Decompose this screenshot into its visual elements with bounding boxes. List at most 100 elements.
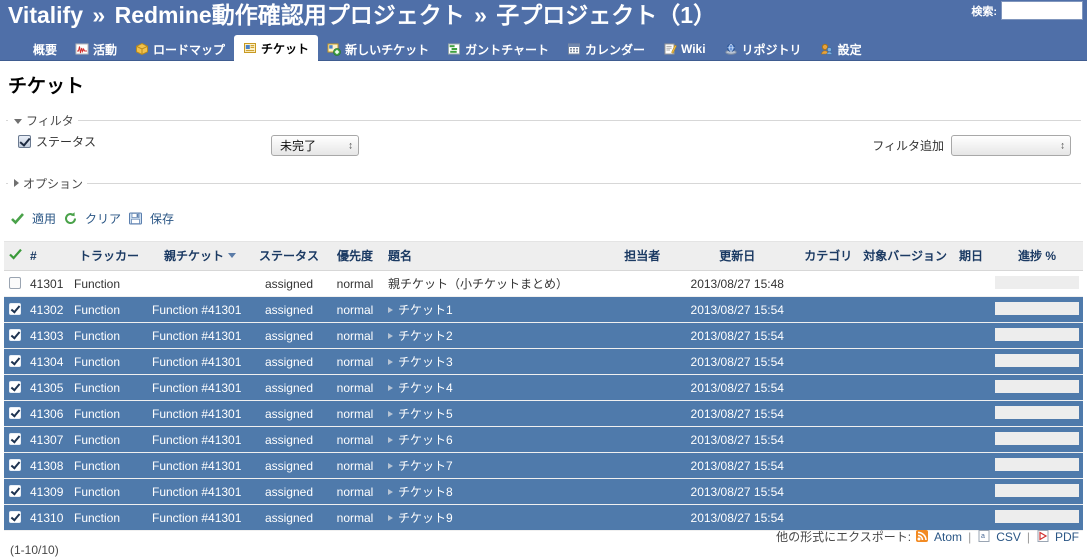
table-row[interactable]: 41309 Function Function #41301 assigned norm… xyxy=(4,478,1083,505)
th-subject[interactable]: 題名 xyxy=(384,241,608,271)
cell-issue-id[interactable]: 41308 xyxy=(26,452,70,479)
cell-priority: normal xyxy=(326,374,384,401)
cell-issue-id[interactable]: 41302 xyxy=(26,296,70,323)
table-row[interactable]: 41302 Function Function #41301 assigned norm… xyxy=(4,296,1083,323)
breadcrumb-subproject[interactable]: 子プロジェクト（1） xyxy=(496,2,716,28)
menu-item-issues[interactable]: チケット xyxy=(234,35,319,61)
breadcrumb-separator: » xyxy=(92,2,106,28)
menu-item-wiki[interactable]: Wiki xyxy=(654,37,715,61)
table-row[interactable]: 41305 Function Function #41301 assigned norm… xyxy=(4,374,1083,401)
menu-item-gantt[interactable]: ガントチャート xyxy=(438,37,558,61)
table-row[interactable]: 41303 Function Function #41301 assigned norm… xyxy=(4,322,1083,349)
row-checkbox[interactable] xyxy=(9,302,21,315)
cell-assigned-to xyxy=(607,348,678,375)
table-row[interactable]: 41304 Function Function #41301 assigned norm… xyxy=(4,348,1083,375)
child-arrow-icon xyxy=(388,437,393,443)
menu-item-settings[interactable]: 設定 xyxy=(811,37,871,61)
row-checkbox[interactable] xyxy=(9,510,21,523)
table-row[interactable]: 41310 Function Function #41301 assigned norm… xyxy=(4,504,1083,531)
cell-status: assigned xyxy=(252,270,326,297)
cell-issue-id[interactable]: 41310 xyxy=(26,504,70,531)
th-category[interactable]: カテゴリ xyxy=(797,241,860,271)
add-filter-select[interactable] xyxy=(951,135,1071,156)
row-checkbox[interactable] xyxy=(9,458,21,471)
row-checkbox[interactable] xyxy=(9,276,21,289)
th-parent[interactable]: 親チケット xyxy=(148,241,252,271)
clear-link[interactable]: クリア xyxy=(85,210,121,227)
row-checkbox[interactable] xyxy=(9,328,21,341)
menu-li-roadmap: ロードマップ xyxy=(126,37,234,61)
row-checkbox[interactable] xyxy=(9,380,21,393)
menu-label-calendar: カレンダー xyxy=(584,42,645,57)
export-atom-link[interactable]: Atom xyxy=(934,530,962,544)
cell-parent-issue: Function #41301 xyxy=(148,322,252,349)
cell-subject: チケット3 xyxy=(384,348,608,375)
menu-item-calendar[interactable]: カレンダー xyxy=(558,37,654,61)
th-parent-label: 親チケット xyxy=(163,249,224,263)
subject-link[interactable]: チケット7 xyxy=(398,459,453,473)
th-done-ratio[interactable]: 進捗 % xyxy=(991,241,1083,271)
menu-li-overview: 概要 xyxy=(6,37,66,61)
row-checkbox[interactable] xyxy=(9,406,21,419)
row-checkbox[interactable] xyxy=(9,484,21,497)
filter-status-checkbox[interactable] xyxy=(18,135,31,148)
filters-legend[interactable]: フィルタ xyxy=(8,112,78,129)
menu-li-issues: チケット xyxy=(234,35,319,61)
row-checkbox[interactable] xyxy=(9,432,21,445)
subject-link[interactable]: チケット2 xyxy=(398,329,453,343)
table-row[interactable]: 41307 Function Function #41301 assigned norm… xyxy=(4,426,1083,453)
menu-item-repository[interactable]: リポジトリ xyxy=(715,37,811,61)
cell-updated-on: 2013/08/27 15:54 xyxy=(677,348,798,375)
cell-issue-id[interactable]: 41309 xyxy=(26,478,70,505)
search-input[interactable] xyxy=(1001,1,1083,20)
th-assigned[interactable]: 担当者 xyxy=(607,241,678,271)
subject-link[interactable]: 親チケット（小チケットまとめ） xyxy=(388,277,568,291)
subject-link[interactable]: チケット9 xyxy=(398,511,453,525)
cell-priority: normal xyxy=(326,452,384,479)
cell-assigned-to xyxy=(607,374,678,401)
issue-table-head: # トラッカー 親チケット ステータス 優先度 題名 担当者 更新日 カテゴリ … xyxy=(4,241,1083,271)
th-check-all[interactable] xyxy=(4,241,26,271)
table-row[interactable]: 41301 Function assigned normal 親チケット（小チケットまと… xyxy=(4,270,1083,297)
th-id[interactable]: # xyxy=(26,241,70,271)
cell-issue-id[interactable]: 41306 xyxy=(26,400,70,427)
cell-issue-id[interactable]: 41307 xyxy=(26,426,70,453)
cell-issue-id[interactable]: 41305 xyxy=(26,374,70,401)
table-row[interactable]: 41308 Function Function #41301 assigned norm… xyxy=(4,452,1083,479)
cell-status: assigned xyxy=(252,478,326,505)
export-csv-link[interactable]: CSV xyxy=(996,530,1021,544)
cell-issue-id[interactable]: 41303 xyxy=(26,322,70,349)
subject-link[interactable]: チケット5 xyxy=(398,407,453,421)
overview-icon xyxy=(15,42,29,56)
menu-item-new-issue[interactable]: 新しいチケット xyxy=(318,37,438,61)
table-row[interactable]: 41306 Function Function #41301 assigned norm… xyxy=(4,400,1083,427)
subject-link[interactable]: チケット3 xyxy=(398,355,453,369)
th-priority[interactable]: 優先度 xyxy=(326,241,384,271)
breadcrumb-project[interactable]: Redmine動作確認用プロジェクト xyxy=(115,2,465,28)
cell-issue-id[interactable]: 41301 xyxy=(26,270,70,297)
options-legend[interactable]: オプション xyxy=(8,175,87,192)
th-due[interactable]: 期日 xyxy=(951,241,991,271)
breadcrumb-org[interactable]: Vitalify xyxy=(8,2,83,28)
apply-link[interactable]: 適用 xyxy=(32,210,56,227)
child-arrow-icon xyxy=(388,333,393,339)
th-status[interactable]: ステータス xyxy=(252,241,326,271)
th-version[interactable]: 対象バージョン xyxy=(859,241,951,271)
cell-issue-id[interactable]: 41304 xyxy=(26,348,70,375)
row-checkbox[interactable] xyxy=(9,354,21,367)
subject-link[interactable]: チケット4 xyxy=(398,381,453,395)
export-pdf-link[interactable]: PDF xyxy=(1055,530,1079,544)
subject-link[interactable]: チケット6 xyxy=(398,433,453,447)
subject-link[interactable]: チケット8 xyxy=(398,485,453,499)
filter-status-value-select[interactable]: 未完了 xyxy=(271,135,359,156)
cell-priority: normal xyxy=(326,348,384,375)
menu-item-overview[interactable]: 概要 xyxy=(6,37,66,61)
menu-item-activity[interactable]: 活動 xyxy=(66,37,126,61)
cell-due-date xyxy=(951,452,991,479)
menu-item-roadmap[interactable]: ロードマップ xyxy=(126,37,234,61)
save-link[interactable]: 保存 xyxy=(150,210,174,227)
th-tracker[interactable]: トラッカー xyxy=(70,241,148,271)
th-updated[interactable]: 更新日 xyxy=(677,241,798,271)
subject-link[interactable]: チケット1 xyxy=(398,303,453,317)
atom-feed-icon xyxy=(915,529,930,544)
